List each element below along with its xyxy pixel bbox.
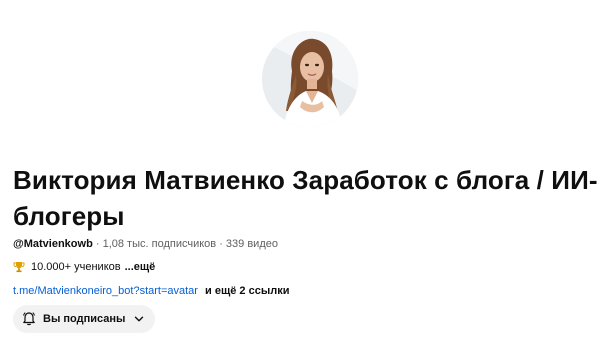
- channel-avatar[interactable]: [262, 31, 358, 127]
- video-count: 339 видео: [225, 238, 278, 250]
- channel-title: Виктория Матвиенко Заработок с блога / И…: [13, 165, 598, 231]
- separator: ·: [95, 238, 100, 250]
- description-more-link[interactable]: ...ещё: [125, 261, 156, 273]
- bell-icon: [21, 311, 37, 327]
- channel-handle: @Matvienkowb: [13, 238, 93, 250]
- separator: ·: [219, 238, 223, 250]
- channel-description[interactable]: 10.000+ учеников ...ещё: [13, 261, 155, 273]
- subscribed-button[interactable]: Вы подписаны: [13, 305, 156, 333]
- channel-link[interactable]: t.me/Matvienkoneiro_bot?start=avatar: [13, 285, 198, 297]
- channel-links: t.me/Matvienkoneiro_bot?start=avatar и е…: [13, 285, 289, 297]
- channel-meta: @Matvienkowb · 1,08 тыс. подписчиков · 3…: [13, 238, 278, 250]
- description-text: 10.000+ учеников: [31, 261, 121, 273]
- more-links-button[interactable]: и ещё 2 ссылки: [205, 285, 289, 297]
- subscriber-count: 1,08 тыс. подписчиков: [102, 238, 217, 250]
- trophy-icon: [13, 261, 25, 273]
- subscribed-label: Вы подписаны: [43, 313, 126, 325]
- chevron-down-icon: [133, 313, 145, 325]
